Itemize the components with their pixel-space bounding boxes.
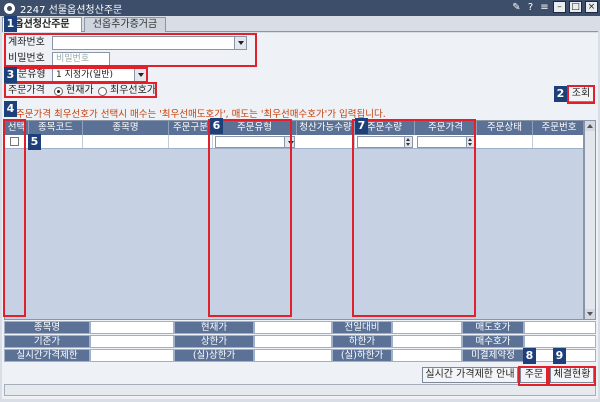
info-label-change: 전일대비 bbox=[332, 321, 392, 334]
col-order-number: 주문번호 bbox=[541, 122, 577, 133]
title-bar: 2247 선물옵션청산주문 ✎ ? ≡ – □ × bbox=[0, 0, 600, 16]
info-value-base bbox=[90, 335, 174, 348]
scroll-down-icon[interactable] bbox=[585, 309, 595, 319]
close-icon[interactable]: × bbox=[585, 1, 598, 13]
cell-liquidatable-qty bbox=[297, 135, 355, 148]
radio-best-price-label[interactable]: 최우선호가 bbox=[110, 84, 156, 98]
marker-6: 6 bbox=[210, 118, 223, 134]
info-label-rt-lower: (실)하한가 bbox=[332, 349, 392, 362]
info-value-change bbox=[392, 321, 462, 334]
marker-3: 3 bbox=[4, 67, 17, 83]
marker-4: 4 bbox=[4, 101, 17, 117]
password-input[interactable]: 비밀번호 bbox=[52, 52, 110, 66]
marker-2: 2 bbox=[554, 86, 567, 102]
marker-1: 1 bbox=[4, 16, 17, 32]
account-label: 계좌번호 bbox=[8, 37, 45, 48]
stepper-icon[interactable] bbox=[466, 137, 474, 147]
cell-name bbox=[83, 135, 169, 148]
maximize-icon[interactable]: □ bbox=[569, 1, 582, 13]
pin-icon[interactable]: ✎ bbox=[511, 2, 522, 13]
info-label-rt-limit: 실시간가격제한 bbox=[4, 349, 90, 362]
marker-5: 5 bbox=[28, 134, 41, 150]
app-logo-icon bbox=[4, 2, 15, 14]
grid-scrollbar[interactable] bbox=[584, 120, 596, 320]
info-label-current: 현재가 bbox=[174, 321, 254, 334]
scroll-up-icon[interactable] bbox=[585, 121, 595, 131]
info-label-lower: 하한가 bbox=[332, 335, 392, 348]
col-order-type: 주문유형 bbox=[213, 121, 297, 135]
info-label-base: 기준가 bbox=[4, 335, 90, 348]
radio-current-price-label[interactable]: 현재가 bbox=[66, 84, 94, 98]
chevron-down-icon[interactable] bbox=[284, 137, 294, 147]
info-label-upper: 상한가 bbox=[174, 335, 254, 348]
marker-7: 7 bbox=[355, 118, 368, 134]
stepper-icon[interactable] bbox=[404, 137, 412, 147]
chevron-down-icon[interactable] bbox=[234, 37, 246, 49]
marker-8: 8 bbox=[523, 348, 536, 364]
password-label: 비밀번호 bbox=[8, 53, 45, 64]
window-controls: ✎ ? ≡ – □ × bbox=[511, 1, 598, 13]
tab-strip: 옵션청산주문 선옵추가증거금 bbox=[2, 17, 598, 32]
col-code: 종목코드 bbox=[29, 121, 83, 135]
col-select: 선택 bbox=[5, 121, 29, 135]
info-value-current bbox=[254, 321, 332, 334]
cell-order-class bbox=[169, 135, 213, 148]
minimize-icon[interactable]: – bbox=[553, 1, 566, 13]
col-order-price: 주문가격 bbox=[415, 121, 477, 135]
order-type-label: 문유형 bbox=[18, 69, 46, 80]
info-value-rt-lower bbox=[392, 349, 462, 362]
help-icon[interactable]: ? bbox=[525, 2, 536, 13]
status-bar bbox=[4, 384, 596, 396]
col-order-status: 주문상태 bbox=[477, 121, 533, 135]
lookup-button[interactable]: 조회 bbox=[568, 86, 594, 102]
info-label-open-interest: 미결제약정 bbox=[462, 349, 524, 362]
window-title: 2247 선물옵션청산주문 bbox=[20, 4, 123, 16]
cell-order-status bbox=[477, 135, 533, 148]
execution-status-button[interactable]: 체결현황 bbox=[550, 367, 594, 383]
menu-icon[interactable]: ≡ bbox=[539, 2, 550, 13]
info-value-name bbox=[90, 321, 174, 334]
cell-order-type-select[interactable] bbox=[215, 136, 295, 148]
notice-text: 주문가격 최우선호가 선택시 매수는 '최우선매도호가', 매도는 '최우선매수… bbox=[16, 109, 386, 120]
info-value-upper bbox=[254, 335, 332, 348]
info-value-ask bbox=[524, 321, 596, 334]
table-row[interactable] bbox=[5, 135, 583, 149]
order-button[interactable]: 주문 bbox=[520, 367, 548, 383]
radio-best-price[interactable] bbox=[98, 87, 107, 96]
col-liquidatable-qty: 청산가능수량 bbox=[297, 121, 355, 135]
col-name: 종목명 bbox=[83, 121, 169, 135]
order-grid: 선택 종목코드 종목명 주문구분 주문유형 청산가능수량 주문수량 주문가격 주… bbox=[4, 120, 584, 320]
account-number-select[interactable] bbox=[52, 36, 247, 50]
info-value-rt-upper bbox=[254, 349, 332, 362]
order-type-select[interactable]: 1 지정가(일반) bbox=[52, 68, 147, 82]
info-label-bid: 매수호가 bbox=[462, 335, 524, 348]
info-value-bid bbox=[524, 335, 596, 348]
info-value-lower bbox=[392, 335, 462, 348]
grid-header: 선택 종목코드 종목명 주문구분 주문유형 청산가능수량 주문수량 주문가격 주… bbox=[5, 121, 583, 135]
marker-9: 9 bbox=[553, 348, 566, 364]
chevron-down-icon[interactable] bbox=[134, 69, 146, 81]
cell-select bbox=[5, 135, 29, 148]
realtime-limit-info-button[interactable]: 실시간 가격제한 안내 bbox=[422, 367, 518, 383]
order-qty-stepper[interactable] bbox=[357, 136, 413, 148]
info-label-ask: 매도호가 bbox=[462, 321, 524, 334]
col-order-class: 주문구분 bbox=[169, 121, 213, 135]
order-price-label: 주문가격 bbox=[8, 85, 45, 96]
info-value-rt-limit bbox=[90, 349, 174, 362]
info-label-name: 종목명 bbox=[4, 321, 90, 334]
main-panel: 계좌번호 비밀번호 비밀번호 문유형 1 지정가(일반) 주문가격 현재가 최우… bbox=[2, 33, 598, 399]
radio-current-price[interactable] bbox=[54, 87, 63, 96]
row-checkbox[interactable] bbox=[10, 137, 19, 146]
tab-additional-margin[interactable]: 선옵추가증거금 bbox=[84, 17, 166, 32]
info-label-rt-upper: (실)상한가 bbox=[174, 349, 254, 362]
order-price-stepper[interactable] bbox=[417, 136, 475, 148]
